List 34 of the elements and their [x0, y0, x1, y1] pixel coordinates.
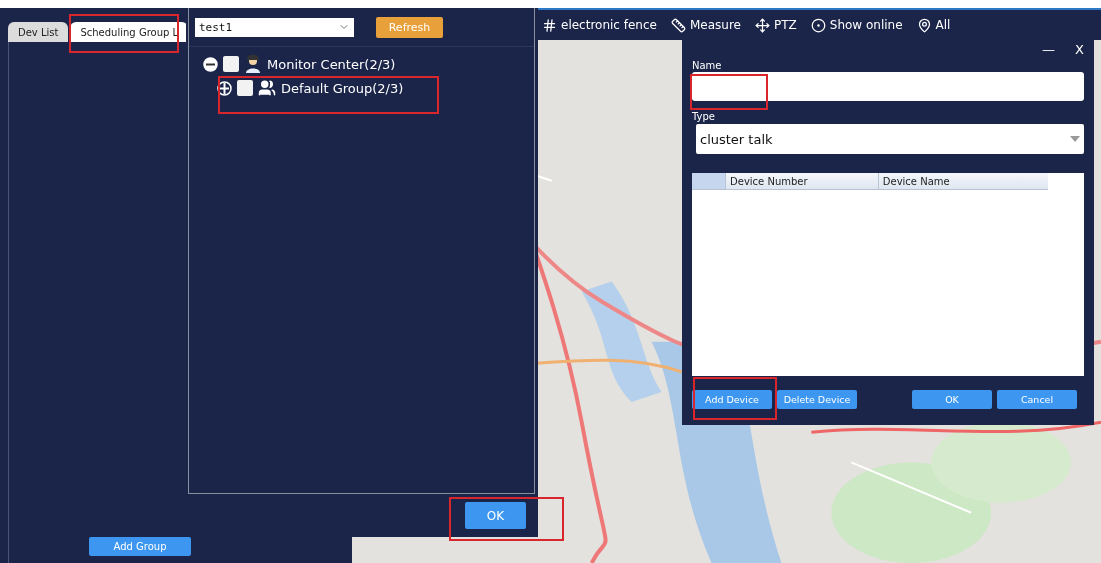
- group-icon: [258, 79, 276, 97]
- group-select[interactable]: test1: [195, 17, 354, 37]
- name-input[interactable]: [692, 72, 1084, 101]
- target-icon: [810, 17, 826, 33]
- map-tool-button[interactable]: Show online: [810, 17, 903, 33]
- map-tool-button[interactable]: All: [916, 17, 951, 33]
- tree-node-label[interactable]: Monitor Center(2/3): [267, 56, 396, 72]
- grid-icon: [542, 17, 557, 33]
- collapse-icon[interactable]: [203, 56, 218, 72]
- dropdown-arrow-icon: [1070, 136, 1080, 142]
- type-select[interactable]: cluster talk: [696, 124, 1084, 154]
- map-tool-button[interactable]: PTZ: [754, 17, 797, 33]
- map-tool-label: All: [935, 18, 951, 32]
- pin-icon: [916, 17, 932, 33]
- map-tool-label: PTZ: [773, 18, 797, 32]
- checkbox[interactable]: [223, 56, 239, 72]
- move-arrows-icon: [754, 17, 770, 33]
- field-label: Type: [692, 111, 715, 122]
- map-tool-label: Show online: [829, 18, 903, 32]
- close-button[interactable]: X: [1075, 42, 1084, 56]
- map-tool-label: Measure: [689, 18, 741, 32]
- expand-icon[interactable]: [217, 80, 232, 96]
- column-header[interactable]: Device Name: [877, 173, 1048, 189]
- minimize-button[interactable]: —: [1042, 42, 1056, 56]
- tree-node-label[interactable]: Default Group(2/3): [281, 80, 404, 96]
- operator-icon: [244, 55, 262, 73]
- field-label: Name: [692, 60, 722, 71]
- map-tool-button[interactable]: electronic fence: [542, 17, 657, 33]
- map-tool-button[interactable]: Measure: [670, 17, 741, 33]
- checkbox[interactable]: [237, 80, 253, 96]
- column-header[interactable]: Device Number: [725, 173, 878, 189]
- tab[interactable]: Dev List: [8, 22, 69, 42]
- map-tool-label: electronic fence: [561, 18, 657, 32]
- ruler-icon: [670, 17, 686, 33]
